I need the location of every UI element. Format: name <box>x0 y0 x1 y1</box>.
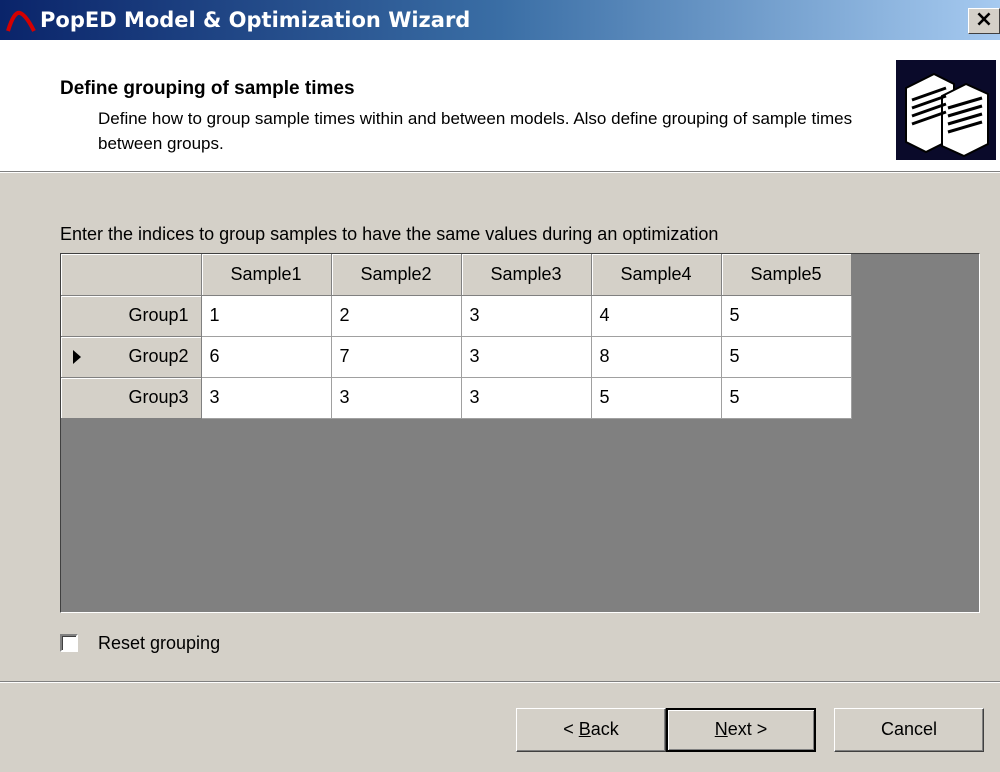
column-header-sample2[interactable]: Sample2 <box>331 254 462 296</box>
column-header-sample4[interactable]: Sample4 <box>591 254 722 296</box>
back-rest: ack <box>590 719 619 739</box>
grid-cell[interactable]: 5 <box>721 377 852 419</box>
table-row: Group3 3 3 3 5 5 <box>61 377 852 419</box>
grid-instruction: Enter the indices to group samples to ha… <box>60 224 719 244</box>
grid-cell[interactable]: 4 <box>591 295 722 337</box>
footer-separator-highlight <box>0 682 1000 683</box>
grouping-table: Sample1 Sample2 Sample3 Sample4 Sample5 … <box>61 254 852 419</box>
back-button[interactable]: < Back <box>516 708 666 752</box>
header-separator <box>0 172 1000 173</box>
window-title: PopED Model & Optimization Wizard <box>40 8 471 32</box>
close-icon: × <box>974 7 994 32</box>
grid-cell[interactable]: 8 <box>591 336 722 378</box>
current-row-indicator-icon <box>73 349 81 364</box>
grid-cell[interactable]: 3 <box>461 336 592 378</box>
grid-corner[interactable] <box>61 254 202 296</box>
grid-cell[interactable]: 5 <box>721 336 852 378</box>
back-prefix: < <box>563 719 579 739</box>
column-header-sample3[interactable]: Sample3 <box>461 254 592 296</box>
table-row: Group2 6 7 3 8 5 <box>61 336 852 378</box>
next-button[interactable]: Next > <box>666 708 816 752</box>
row-label: Group2 <box>128 346 189 366</box>
table-row: Group1 1 2 3 4 5 <box>61 295 852 337</box>
grid-cell[interactable]: 3 <box>331 377 462 419</box>
row-label: Group3 <box>128 387 189 407</box>
reset-grouping-checkbox[interactable] <box>60 634 78 652</box>
page-title: Define grouping of sample times <box>60 78 355 99</box>
grid-cell[interactable]: 3 <box>461 295 592 337</box>
grid-cell[interactable]: 3 <box>461 377 592 419</box>
grid-cell[interactable]: 5 <box>721 295 852 337</box>
header-row: Sample1 Sample2 Sample3 Sample4 Sample5 <box>61 254 852 296</box>
cancel-button[interactable]: Cancel <box>834 708 984 752</box>
reset-grouping-label[interactable]: Reset grouping <box>98 633 220 654</box>
grid-cell[interactable]: 7 <box>331 336 462 378</box>
grouping-grid[interactable]: Sample1 Sample2 Sample3 Sample4 Sample5 … <box>60 253 980 613</box>
row-header-group2[interactable]: Group2 <box>61 336 202 378</box>
close-button[interactable]: × <box>968 8 1000 34</box>
back-access-key: B <box>578 719 591 739</box>
page-description: Define how to group sample times within … <box>98 109 853 153</box>
row-header-group1[interactable]: Group1 <box>61 295 202 337</box>
column-header-sample5[interactable]: Sample5 <box>721 254 852 296</box>
grid-cell[interactable]: 3 <box>201 377 332 419</box>
row-label: Group1 <box>128 305 189 325</box>
grid-cell[interactable]: 6 <box>201 336 332 378</box>
row-header-group3[interactable]: Group3 <box>61 377 202 419</box>
poped-logo-icon <box>6 10 36 32</box>
grid-cell[interactable]: 2 <box>331 295 462 337</box>
next-rest: ext > <box>727 719 768 739</box>
title-bar[interactable]: PopED Model & Optimization Wizard × <box>0 0 1000 40</box>
servers-icon <box>896 60 996 160</box>
next-access-key: N <box>714 719 728 739</box>
grid-cell[interactable]: 1 <box>201 295 332 337</box>
grid-cell[interactable]: 5 <box>591 377 722 419</box>
column-header-sample1[interactable]: Sample1 <box>201 254 332 296</box>
